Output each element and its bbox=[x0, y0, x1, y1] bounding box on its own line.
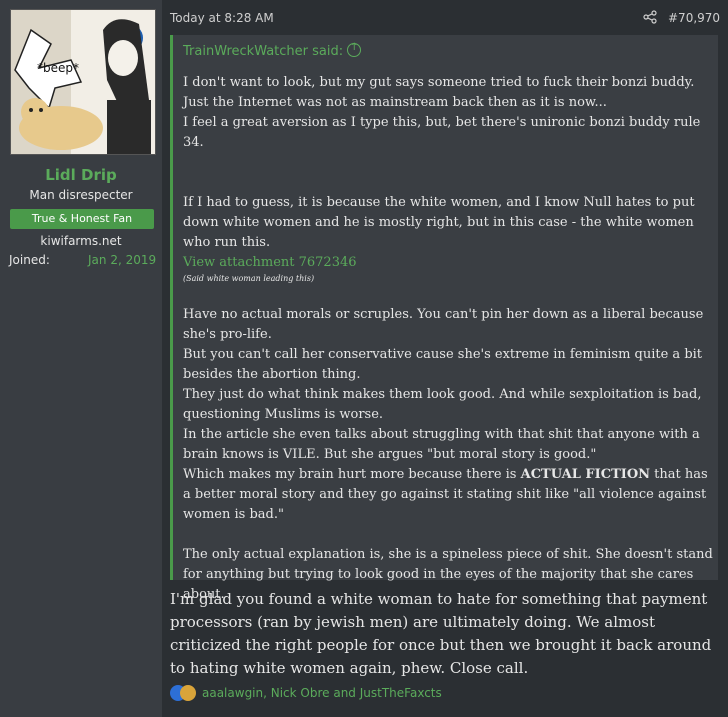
reaction-users[interactable]: aaalawgin, Nick Obre and JustTheFaxcts bbox=[202, 686, 442, 700]
quote-bold-text: ACTUAL FICTION bbox=[520, 467, 651, 482]
user-site: kiwifarms.net bbox=[40, 234, 122, 248]
quote-paragraph: If I had to guess, it is because the whi… bbox=[183, 195, 695, 250]
quote-block: TrainWreckWatcher said: I don't want to … bbox=[170, 35, 718, 602]
reply-text: I'm glad you found a white woman to hate… bbox=[170, 590, 712, 677]
user-banner: True & Honest Fan bbox=[10, 209, 154, 229]
avatar[interactable]: *beep* bbox=[10, 9, 156, 155]
username[interactable]: Lidl Drip bbox=[0, 166, 162, 184]
user-sidebar: *beep* Lidl Drip Man disrespecter True &… bbox=[0, 0, 162, 717]
post-main: Today at 8:28 AM #70,970 TrainWreckWatch… bbox=[162, 0, 728, 717]
post-number[interactable]: #70,970 bbox=[668, 11, 720, 25]
quote-paragraph: I don't want to look, but my gut says so… bbox=[183, 75, 695, 110]
avatar-image: *beep* bbox=[11, 10, 155, 154]
post-timestamp[interactable]: Today at 8:28 AM bbox=[170, 11, 274, 25]
attachment-link[interactable]: View attachment 7672346 bbox=[183, 253, 713, 273]
quote-paragraph: But you can't call her conservative caus… bbox=[183, 347, 703, 382]
joined-date: Jan 2, 2019 bbox=[88, 253, 157, 267]
quote-body: I don't want to look, but my gut says so… bbox=[183, 73, 713, 605]
share-icon[interactable] bbox=[643, 10, 657, 24]
quote-text: Which makes my brain hurt more because t… bbox=[183, 467, 521, 482]
quote-paragraph: They just do what think makes them look … bbox=[183, 387, 702, 422]
quote-header[interactable]: TrainWreckWatcher said: bbox=[183, 42, 362, 59]
user-title: Man disrespecter bbox=[29, 188, 133, 202]
quote-paragraph: Which makes my brain hurt more because t… bbox=[183, 465, 713, 525]
quote-paragraph: In the article she even talks about stru… bbox=[183, 427, 700, 462]
jump-to-quote-icon[interactable] bbox=[347, 42, 362, 57]
quote-paragraph: I feel a great aversion as I type this, … bbox=[183, 115, 701, 150]
attachment-caption: (Said white woman leading this) bbox=[183, 274, 315, 283]
quote-author[interactable]: TrainWreckWatcher said: bbox=[183, 44, 343, 59]
avatar-caption: *beep* bbox=[37, 61, 79, 75]
reactions-bar[interactable]: aaalawgin, Nick Obre and JustTheFaxcts bbox=[170, 685, 442, 701]
quote-paragraph: Have no actual morals or scruples. You c… bbox=[183, 307, 704, 342]
laugh-reaction-icon bbox=[180, 685, 196, 701]
joined-label: Joined: bbox=[9, 253, 50, 267]
